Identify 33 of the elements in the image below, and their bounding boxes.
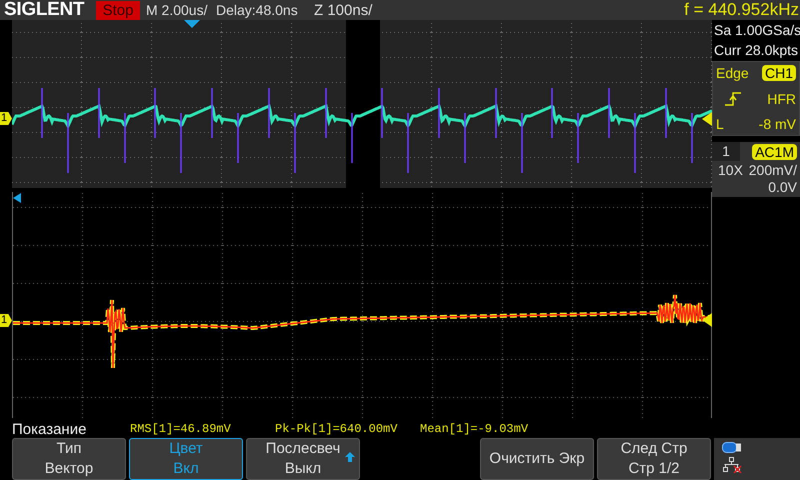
softkey-button[interactable]: Послесвеч Выкл	[246, 438, 360, 480]
coupling-badge: AC1M	[752, 144, 797, 160]
zoom-position-icon[interactable]	[13, 193, 21, 203]
trigger-panel[interactable]: Edge CH1 HFR L -8 mV	[712, 61, 800, 136]
softkey-button[interactable]: Цвет Вкл	[129, 438, 243, 480]
brand-logo: SIGLENT	[3, 0, 86, 21]
trigger-type: Edge	[716, 65, 749, 81]
channel-panel[interactable]: 1 AC1M 10X 200mV/ 0.0V	[712, 142, 800, 197]
memory-depth: Curr 28.0kpts	[713, 41, 800, 60]
trigger-coupling: HFR	[767, 90, 796, 106]
trigger-level: -8 mV	[758, 116, 796, 132]
measurements-title: Показание	[12, 420, 88, 438]
rising-edge-icon	[724, 90, 744, 106]
probe-ratio: 10X	[718, 162, 743, 178]
channel-marker: 1	[0, 314, 12, 327]
measurement-value: Pk-Pk[1]=640.00mV	[275, 422, 398, 436]
softkey-button[interactable]: Очистить Экр	[480, 438, 594, 480]
usb-icon	[722, 442, 742, 453]
channel-number: 1	[712, 142, 740, 161]
softkey-button[interactable]: Тип Вектор	[12, 438, 126, 480]
vertical-scale: 200mV/	[748, 162, 797, 178]
vertical-offset: 0.0V	[768, 179, 797, 195]
trigger-source-badge: CH1	[762, 65, 796, 81]
zoom-timebase: Z 100ns/	[314, 2, 372, 18]
measurement-value: RMS[1]=46.89mV	[130, 422, 232, 436]
network-icon	[722, 457, 742, 473]
timebase: M 2.00us/	[146, 2, 208, 18]
softkey-button[interactable]: След Стр Стр 1/2	[597, 438, 711, 480]
trigger-delay: Delay:48.0ns	[216, 2, 299, 18]
level-label: L	[716, 116, 724, 132]
channel-marker: 1	[0, 112, 12, 125]
frequency-readout: f = 440.952kHz	[684, 0, 800, 20]
measurement-value: Mean[1]=-9.03mV	[420, 422, 530, 436]
